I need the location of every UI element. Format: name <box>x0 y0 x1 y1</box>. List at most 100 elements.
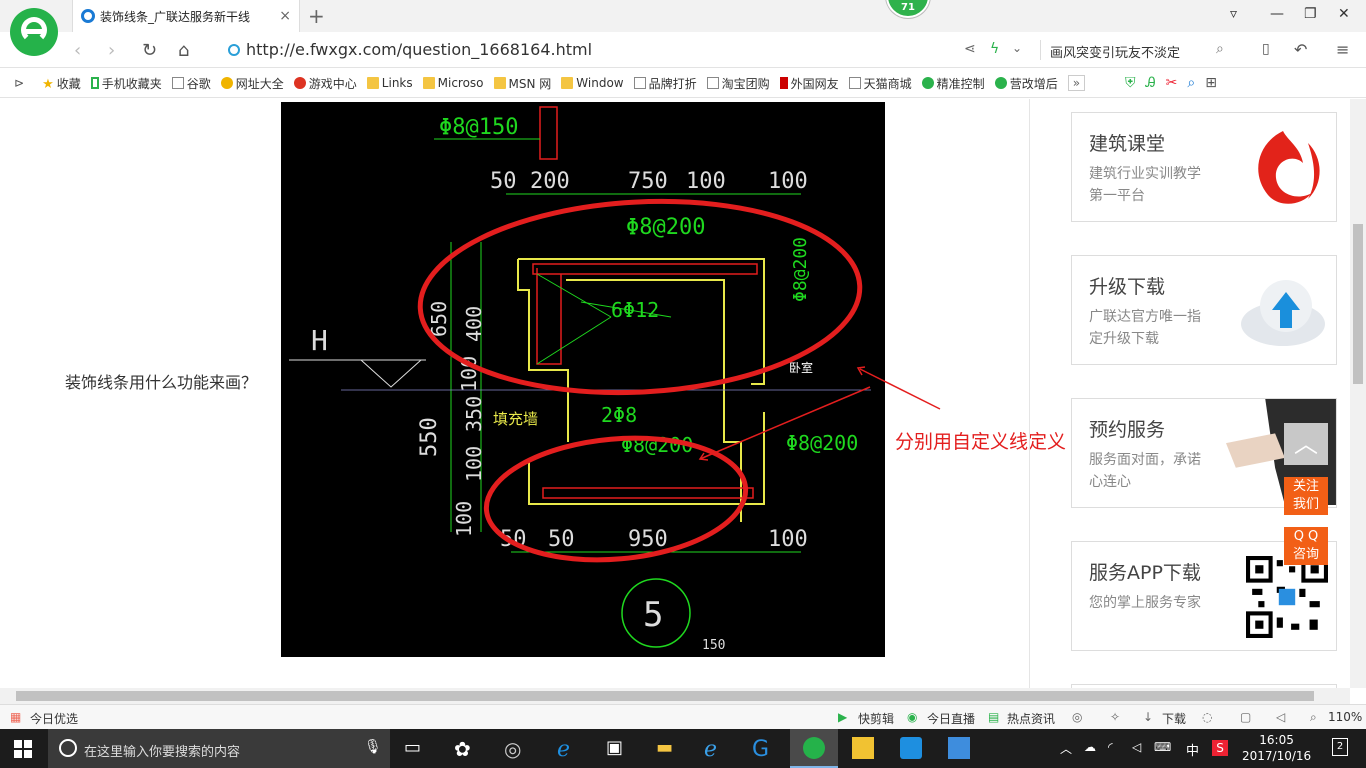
card-desc: 服务面对面，承诺心连心 <box>1089 452 1201 490</box>
forward-icon[interactable]: › <box>108 40 115 61</box>
minimize-button[interactable]: — <box>1270 6 1284 22</box>
bookmark-item[interactable]: Links <box>366 76 413 90</box>
flame-logo-icon <box>1258 131 1320 204</box>
bookmark-item[interactable]: MSN 网 <box>493 75 552 92</box>
close-tab-icon[interactable]: × <box>279 8 291 24</box>
divider <box>1029 99 1030 688</box>
bookmark-item[interactable]: Window <box>561 76 624 90</box>
menu-icon[interactable]: ≡ <box>1336 40 1349 59</box>
bookmark-item[interactable]: ★ 收藏 <box>42 75 81 93</box>
scroll-thumb[interactable] <box>1353 224 1363 384</box>
microphone-icon[interactable]: 🎙︎ <box>364 739 382 755</box>
tray-expand-icon[interactable]: ︿ <box>1060 740 1072 757</box>
status-item[interactable]: 今日直播 <box>927 710 975 727</box>
glodon-app-icon[interactable]: G <box>752 737 776 762</box>
dim-label: 950 <box>628 527 668 552</box>
notification-badge[interactable]: 71 <box>886 0 930 18</box>
clock[interactable]: 16:05 2017/10/16 <box>1242 732 1311 764</box>
window-icon[interactable]: ▢ <box>1240 710 1251 724</box>
dim-label: 50 <box>490 169 517 194</box>
bookmark-item[interactable]: 天猫商城 <box>848 75 912 92</box>
speed-icon[interactable]: ◎ <box>1072 710 1082 724</box>
notification-center-icon[interactable]: 2 <box>1332 738 1348 756</box>
undo-icon[interactable]: ↶ <box>1294 40 1307 59</box>
bookmark-item[interactable]: 手机收藏夹 <box>90 75 162 92</box>
back-to-top-button[interactable]: ︿ <box>1284 423 1328 465</box>
bookmark-item[interactable]: 精准控制 <box>921 75 985 92</box>
bookmarks-more-button[interactable]: » <box>1067 75 1086 91</box>
browser-tab[interactable]: 装饰线条_广联达服务新干线 × <box>72 0 300 32</box>
cortana-icon <box>59 739 77 757</box>
active-browser-task[interactable] <box>790 729 838 768</box>
pinwheel-app-icon[interactable]: ✿ <box>454 737 478 761</box>
bookmark-item[interactable]: 品牌打折 <box>633 75 697 92</box>
url-input[interactable]: http://e.fwxgx.com/question_1668164.html <box>246 40 592 59</box>
volume-icon[interactable]: ◁ <box>1276 710 1285 724</box>
pin-icon[interactable]: ✧ <box>1110 710 1120 724</box>
refresh-icon[interactable]: ↻ <box>142 40 157 61</box>
cloud-tray-icon[interactable]: ☁ <box>1084 740 1096 754</box>
magnifier-icon[interactable]: ⌕ <box>1187 75 1195 91</box>
task-view-icon[interactable]: ▭ <box>404 737 428 761</box>
home-icon[interactable]: ⌂ <box>178 40 189 61</box>
ie-browser-icon[interactable]: ℯ <box>704 737 728 762</box>
page-content: 装饰线条用什么功能来画？ Φ8@150 50 200 750 100 100 Φ… <box>0 99 1350 688</box>
spiral-app-icon[interactable]: ◎ <box>504 737 528 761</box>
qq-consult-button[interactable]: Q Q 咨询 <box>1284 527 1328 565</box>
wifi-icon[interactable]: ◜ <box>1108 740 1113 754</box>
scroll-thumb[interactable] <box>16 691 1314 701</box>
search-icon[interactable]: ⌕ <box>1216 41 1224 57</box>
lightning-icon[interactable]: ϟ <box>990 41 999 57</box>
close-window-button[interactable]: ✕ <box>1338 6 1350 22</box>
browser-logo-icon[interactable] <box>10 8 58 56</box>
translate-icon[interactable]: Ꭿ <box>1146 75 1156 91</box>
window-app-icon[interactable] <box>948 737 970 759</box>
file-explorer-icon[interactable]: ▬ <box>656 737 680 761</box>
vertical-scrollbar[interactable] <box>1350 99 1366 688</box>
bookmark-item[interactable]: 营改增后 <box>994 75 1058 92</box>
store-icon[interactable]: ▣ <box>606 737 630 761</box>
screenshot-icon[interactable]: ✂ <box>1166 75 1178 91</box>
sidebar-toggle-icon[interactable]: ⊳ <box>14 76 24 90</box>
zoom-level[interactable]: 110% <box>1328 710 1362 724</box>
chevron-down-icon[interactable]: ⌄ <box>1012 41 1022 55</box>
card-building-class[interactable]: 建筑课堂 建筑行业实训教学第一平台 <box>1071 112 1337 222</box>
new-tab-button[interactable]: + <box>308 4 325 28</box>
edge-browser-icon[interactable]: ℯ <box>557 737 581 762</box>
ime-indicator[interactable]: 中 <box>1186 740 1199 759</box>
bookmark-item[interactable]: 谷歌 <box>171 75 211 92</box>
windows-start-icon[interactable] <box>14 740 32 758</box>
bookmark-item[interactable]: 游戏中心 <box>293 75 357 92</box>
status-item[interactable]: 下载 <box>1162 710 1186 727</box>
bookmark-item[interactable]: 网址大全 <box>220 75 284 92</box>
keyboard-icon[interactable]: ⌨ <box>1154 740 1171 754</box>
volume-tray-icon[interactable]: ◁ <box>1132 740 1141 754</box>
follow-us-button[interactable]: 关注 我们 <box>1284 477 1328 515</box>
card-desc: 广联达官方唯一指定升级下载 <box>1089 309 1201 347</box>
status-item[interactable]: 快剪辑 <box>858 710 894 727</box>
bookmark-item[interactable]: 外国网友 <box>779 75 839 92</box>
cross-app-icon[interactable] <box>900 737 922 759</box>
bookmark-label: MSN 网 <box>508 76 552 91</box>
share-icon[interactable]: ⋖ <box>964 41 976 57</box>
horizontal-scrollbar[interactable] <box>0 688 1350 704</box>
site-security-icon <box>228 44 240 56</box>
bookmark-item[interactable]: Microso <box>422 76 484 90</box>
apps-icon[interactable]: ⊞ <box>1205 75 1217 91</box>
shield-icon[interactable]: ⛨ <box>1125 75 1136 91</box>
taskbar-search[interactable]: 在这里输入你要搜索的内容 🎙︎ <box>48 729 390 768</box>
back-icon[interactable]: ‹ <box>74 40 81 61</box>
today-picks-link[interactable]: 今日优选 <box>30 710 78 727</box>
taskbar-search-input: 在这里输入你要搜索的内容 <box>84 745 241 760</box>
maximize-button[interactable]: ❐ <box>1304 6 1317 22</box>
search-input[interactable]: 画风突变引玩友不淡定 <box>1050 42 1180 61</box>
bookmark-item[interactable]: 淘宝团购 <box>706 75 770 92</box>
shirt-skin-icon[interactable]: ▿ <box>1230 6 1237 22</box>
card-upgrade-download[interactable]: 升级下载 广联达官方唯一指定升级下载 <box>1071 255 1337 365</box>
mobile-icon[interactable]: ▯ <box>1262 41 1270 57</box>
status-item[interactable]: 热点资讯 <box>1007 710 1055 727</box>
zoom-icon: ⌕ <box>1310 710 1317 724</box>
sogou-ime-icon[interactable]: S <box>1212 740 1228 756</box>
notes-app-icon[interactable] <box>852 737 874 759</box>
edge-icon[interactable]: ◌ <box>1202 710 1212 724</box>
